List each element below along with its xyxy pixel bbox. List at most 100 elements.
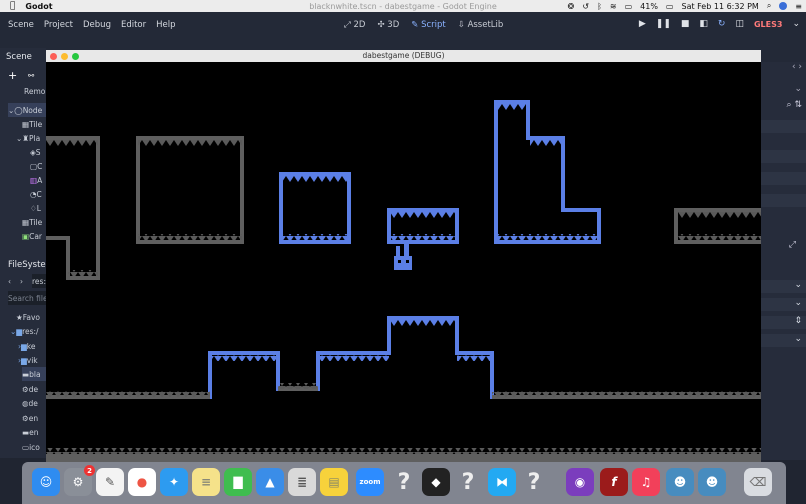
link-icon[interactable]: ⚯	[28, 68, 46, 82]
trash-icon[interactable]: ⌫	[744, 468, 772, 496]
inspector-row[interactable]	[761, 150, 806, 163]
menu-debug[interactable]: Debug	[83, 20, 111, 30]
chevron-down-icon[interactable]: ⌄	[761, 84, 806, 97]
inspector-dropdown[interactable]: ⌄	[761, 280, 806, 293]
fs-file-en2[interactable]: ▬ en	[22, 425, 46, 439]
unknown-app-icon[interactable]: ?	[454, 468, 482, 496]
fs-favorites[interactable]: ★ Favo	[16, 310, 46, 324]
unknown-app-icon[interactable]: ?	[390, 468, 418, 496]
vscode-icon[interactable]: ⧓	[488, 468, 516, 496]
stop-icon[interactable]: ■	[681, 19, 690, 29]
inspector-dropdown[interactable]: ⌄	[761, 298, 806, 311]
pause-icon[interactable]: ❚❚	[656, 19, 671, 29]
fs-root[interactable]: ⌄▆ res:/	[10, 324, 46, 338]
scene-file-icon: ▬	[22, 369, 30, 379]
debug-window-titlebar[interactable]: dabestgame (DEBUG)	[46, 50, 761, 62]
inspector-nav[interactable]: ‹ ›	[761, 62, 806, 75]
remote-debug-icon[interactable]: ↻	[718, 19, 726, 29]
finder-icon[interactable]: ☺	[32, 468, 60, 496]
inspector-spinbox[interactable]: ⇕	[761, 316, 806, 329]
play-icon[interactable]: ▶	[639, 19, 646, 29]
workspace-2d[interactable]: ⤢ 2D	[344, 20, 365, 30]
notes-icon[interactable]: ≡	[192, 468, 220, 496]
safari-icon[interactable]: ✦	[160, 468, 188, 496]
game-viewport[interactable]	[46, 62, 761, 462]
zoom-app-icon[interactable]: zoom	[356, 468, 384, 496]
godot-icon[interactable]: ☻	[698, 468, 726, 496]
bluetooth-icon[interactable]: ᛒ	[597, 2, 602, 11]
textedit-icon[interactable]: ✎	[96, 468, 124, 496]
search-icon[interactable]: ⌕ ⇅	[761, 100, 806, 113]
user-avatar[interactable]	[779, 2, 788, 10]
platform-gray	[46, 136, 100, 280]
fs-file-de[interactable]: ⚙ de	[22, 382, 46, 396]
inspector-row[interactable]	[761, 172, 806, 185]
tree-row-tile[interactable]: ▦ Tile	[22, 117, 46, 131]
fs-folder-vik[interactable]: ›▆ vik	[18, 353, 46, 367]
clock[interactable]: Sat Feb 11 6:32 PM	[681, 2, 758, 11]
menu-scene[interactable]: Scene	[8, 20, 34, 30]
tree-label: S	[35, 147, 41, 157]
filesystem-search-input[interactable]: Search file	[8, 291, 46, 305]
workspace-script[interactable]: ✎ Script	[411, 20, 445, 30]
extension-icon[interactable]: ❂	[568, 2, 575, 11]
remote-toggle[interactable]: Remo	[24, 84, 46, 98]
unknown-app-icon[interactable]: ?	[520, 468, 548, 496]
menu-editor[interactable]: Editor	[121, 20, 146, 30]
music-icon[interactable]: ♫	[632, 468, 660, 496]
unity-icon[interactable]: ◆	[422, 468, 450, 496]
inspector-row[interactable]	[761, 120, 806, 133]
battery-icon[interactable]: ▭	[666, 2, 674, 11]
tab-filesystem[interactable]: FileSystem	[8, 258, 46, 272]
flash-icon[interactable]: f	[600, 468, 628, 496]
menu-list-icon[interactable]: ≡	[795, 2, 802, 11]
airplay-icon[interactable]: ▭	[625, 2, 633, 11]
godot-icon[interactable]: ☻	[666, 468, 694, 496]
tree-row-c[interactable]: ▢ C	[30, 159, 46, 173]
stickies-icon[interactable]: ▤	[320, 468, 348, 496]
tree-row-c2[interactable]: ◔ C	[30, 187, 46, 201]
tree-row-s[interactable]: ◈ S	[30, 145, 46, 159]
zoom-icon[interactable]	[72, 53, 79, 60]
fs-file-de2[interactable]: ◍ de	[22, 396, 46, 410]
tree-row-canvas[interactable]: ▣ Car	[22, 229, 46, 243]
tree-row-player[interactable]: ⌄♜ Pla	[16, 131, 46, 145]
movie-icon[interactable]: ◫	[735, 19, 744, 29]
tab-scene[interactable]: Scene	[6, 52, 32, 62]
expand-icon[interactable]: ⤢	[761, 240, 806, 253]
wifi-icon[interactable]: ≋	[610, 2, 617, 11]
apple-icon[interactable]: 	[10, 1, 15, 11]
folder-icon: ›▆	[18, 355, 27, 365]
minimize-icon[interactable]	[61, 53, 68, 60]
tree-row-tile2[interactable]: ▦ Tile	[22, 215, 46, 229]
text-file-icon[interactable]: ≣	[288, 468, 316, 496]
workspace-switcher: ⤢ 2D ✣ 3D ✎ Script ⇩ AssetLib	[344, 20, 503, 30]
renderer-select[interactable]: GLES3	[754, 20, 782, 29]
fs-folder-ke[interactable]: ›▆ ke	[18, 339, 46, 353]
path-field[interactable]: res:	[32, 274, 46, 288]
keynote-icon[interactable]: ▲	[256, 468, 284, 496]
github-desktop-icon[interactable]: ◉	[566, 468, 594, 496]
assetlib-icon: ⇩	[457, 20, 465, 30]
app-name-menu[interactable]: Godot	[25, 2, 52, 11]
close-icon[interactable]	[50, 53, 57, 60]
fs-file-ico[interactable]: ▭ ico	[22, 440, 46, 454]
tree-row-l[interactable]: ♢ L	[30, 201, 46, 215]
debug-game-window[interactable]: dabestgame (DEBUG)	[46, 50, 761, 462]
time-machine-icon[interactable]: ↺	[582, 2, 589, 11]
tree-row-node[interactable]: ⌄◯ Node	[8, 103, 46, 117]
workspace-3d[interactable]: ✣ 3D	[377, 20, 399, 30]
system-preferences-icon[interactable]: ⚙ 2	[64, 465, 95, 496]
menu-project[interactable]: Project	[44, 20, 73, 30]
inspector-row[interactable]	[761, 194, 806, 207]
scene-play-icon[interactable]: ◧	[699, 19, 708, 29]
menu-help[interactable]: Help	[156, 20, 175, 30]
workspace-assetlib[interactable]: ⇩ AssetLib	[458, 20, 504, 30]
search-icon[interactable]: ⌕	[767, 1, 771, 11]
fs-file-selected[interactable]: ▬ bla	[22, 367, 46, 381]
inspector-dropdown[interactable]: ⌄	[761, 334, 806, 347]
chrome-icon[interactable]: ●	[128, 468, 156, 496]
numbers-icon[interactable]: ▇	[224, 468, 252, 496]
tree-row-a[interactable]: ▥ A	[30, 173, 46, 187]
fs-file-en[interactable]: ⚙ en	[22, 411, 46, 425]
